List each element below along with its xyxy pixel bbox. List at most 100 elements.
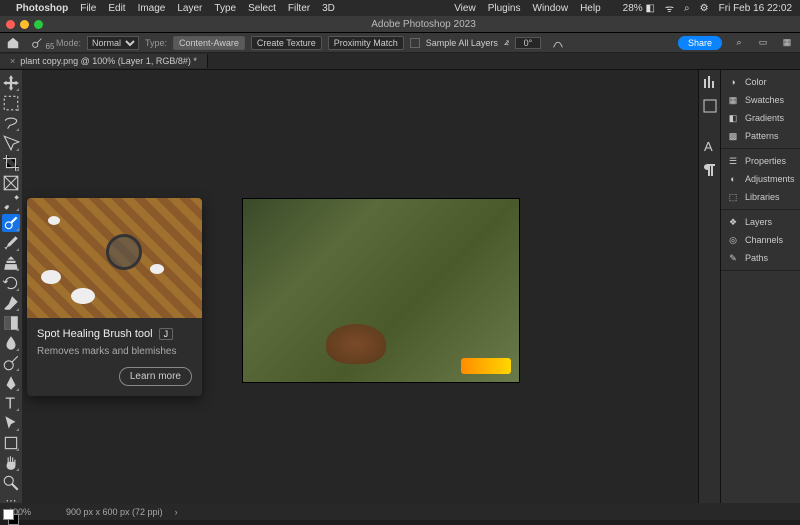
character-icon[interactable]: A: [702, 138, 718, 154]
panel-color[interactable]: ◑Color: [721, 73, 800, 91]
path-select-tool[interactable]: [2, 414, 20, 432]
panel-gradients[interactable]: ◧Gradients: [721, 109, 800, 127]
document-tab[interactable]: × plant copy.png @ 100% (Layer 1, RGB/8#…: [0, 54, 208, 68]
type-proximity-button[interactable]: Proximity Match: [328, 36, 404, 50]
sample-all-checkbox[interactable]: [410, 38, 420, 48]
type-create-texture-button[interactable]: Create Texture: [251, 36, 322, 50]
frame-tool[interactable]: [2, 174, 20, 192]
quick-select-tool[interactable]: [2, 134, 20, 152]
color-icon: ◑: [726, 75, 740, 89]
current-tool-icon[interactable]: [30, 36, 44, 50]
menu-edit[interactable]: Edit: [108, 3, 125, 14]
panel-swatches[interactable]: ▦Swatches: [721, 91, 800, 109]
panel-channels[interactable]: ◎Channels: [721, 231, 800, 249]
type-tool[interactable]: T: [2, 394, 20, 412]
gradient-tool[interactable]: [2, 314, 20, 332]
panel-layers[interactable]: ❖Layers: [721, 213, 800, 231]
shape-tool[interactable]: [2, 434, 20, 452]
maximize-button[interactable]: [34, 20, 43, 29]
panel-paths[interactable]: ✎Paths: [721, 249, 800, 267]
properties-icon: ☰: [726, 154, 740, 168]
menu-view[interactable]: View: [454, 3, 476, 14]
mac-menubar: Photoshop File Edit Image Layer Type Sel…: [0, 0, 800, 16]
popover-title: Spot Healing Brush tool: [37, 328, 153, 340]
crop-tool[interactable]: [2, 154, 20, 172]
tools-panel: T ⋯: [0, 70, 22, 503]
type-label: Type:: [145, 38, 167, 48]
workspace: T ⋯ Spot Healing Brush tool J Removes ma…: [0, 70, 800, 503]
blur-tool[interactable]: [2, 334, 20, 352]
info-icon[interactable]: [702, 98, 718, 114]
zoom-tool[interactable]: [2, 474, 20, 492]
paragraph-icon[interactable]: [702, 162, 718, 178]
panel-libraries[interactable]: ⬚Libraries: [721, 188, 800, 206]
panel-patterns[interactable]: ▩Patterns: [721, 127, 800, 145]
menu-image[interactable]: Image: [138, 3, 166, 14]
histogram-icon[interactable]: [702, 74, 718, 90]
history-brush-tool[interactable]: [2, 274, 20, 292]
pen-tool[interactable]: [2, 374, 20, 392]
channels-icon: ◎: [726, 233, 740, 247]
wifi-icon: ᯤ: [665, 1, 674, 15]
spot-healing-tool[interactable]: [2, 214, 20, 232]
status-bar: 100% 900 px x 600 px (72 ppi) ›: [0, 503, 800, 520]
type-content-aware-button[interactable]: Content-Aware: [173, 36, 245, 50]
menu-file[interactable]: File: [80, 3, 96, 14]
hand-tool[interactable]: [2, 454, 20, 472]
eraser-tool[interactable]: [2, 294, 20, 312]
eyedropper-tool[interactable]: [2, 194, 20, 212]
angle-icon: ⦨: [504, 37, 509, 48]
minimize-button[interactable]: [20, 20, 29, 29]
search-icon[interactable]: ⌕: [732, 36, 746, 50]
popover-description: Removes marks and blemishes: [37, 346, 192, 357]
pressure-icon[interactable]: [551, 36, 565, 50]
document-canvas[interactable]: [242, 198, 520, 383]
menu-layer[interactable]: Layer: [177, 3, 202, 14]
learn-more-button[interactable]: Learn more: [119, 367, 192, 386]
home-icon[interactable]: [6, 36, 20, 50]
menu-filter[interactable]: Filter: [288, 3, 310, 14]
brush-tool[interactable]: [2, 234, 20, 252]
svg-text:A: A: [704, 139, 713, 154]
mode-select[interactable]: Normal: [87, 36, 139, 50]
menu-type[interactable]: Type: [214, 3, 236, 14]
mode-label: Mode:: [56, 38, 81, 48]
app-title: Adobe Photoshop 2023: [53, 19, 794, 30]
arrange-icon[interactable]: ▦: [780, 36, 794, 50]
canvas-area[interactable]: Spot Healing Brush tool J Removes marks …: [22, 70, 698, 503]
move-tool[interactable]: [2, 74, 20, 92]
document-tab-label: plant copy.png @ 100% (Layer 1, RGB/8#) …: [20, 56, 197, 66]
angle-input[interactable]: [515, 37, 541, 49]
marquee-tool[interactable]: [2, 94, 20, 112]
edit-toolbar-icon[interactable]: ⋯: [2, 494, 20, 507]
menu-app[interactable]: Photoshop: [16, 3, 68, 14]
dodge-tool[interactable]: [2, 354, 20, 372]
close-button[interactable]: [6, 20, 15, 29]
panel-adjustments[interactable]: ◐Adjustments: [721, 170, 800, 188]
fg-bg-colors[interactable]: [2, 509, 20, 525]
menu-plugins[interactable]: Plugins: [488, 3, 521, 14]
workspace-icon[interactable]: ▭: [756, 36, 770, 50]
right-panels: ◑Color ▦Swatches ◧Gradients ▩Patterns ☰P…: [720, 70, 800, 503]
panel-properties[interactable]: ☰Properties: [721, 152, 800, 170]
app-titlebar: Adobe Photoshop 2023: [0, 16, 800, 33]
status-chevron-icon[interactable]: ›: [175, 507, 178, 517]
control-center-icon[interactable]: ⚙: [700, 3, 709, 14]
menu-help[interactable]: Help: [580, 3, 601, 14]
clone-stamp-tool[interactable]: [2, 254, 20, 272]
popover-shortcut: J: [159, 328, 174, 340]
menu-window[interactable]: Window: [533, 3, 569, 14]
adjustments-icon: ◐: [726, 172, 740, 186]
close-tab-icon[interactable]: ×: [10, 56, 15, 66]
brush-size-label: 65: [46, 42, 55, 51]
search-icon[interactable]: ⌕: [684, 3, 690, 14]
lasso-tool[interactable]: [2, 114, 20, 132]
patterns-icon: ▩: [726, 129, 740, 143]
battery-status: 28% ◧: [623, 3, 655, 14]
gradients-icon: ◧: [726, 111, 740, 125]
clock: Fri Feb 16 22:02: [719, 3, 792, 14]
menu-select[interactable]: Select: [248, 3, 276, 14]
libraries-icon: ⬚: [726, 190, 740, 204]
menu-3d[interactable]: 3D: [322, 3, 335, 14]
share-button[interactable]: Share: [678, 36, 722, 50]
